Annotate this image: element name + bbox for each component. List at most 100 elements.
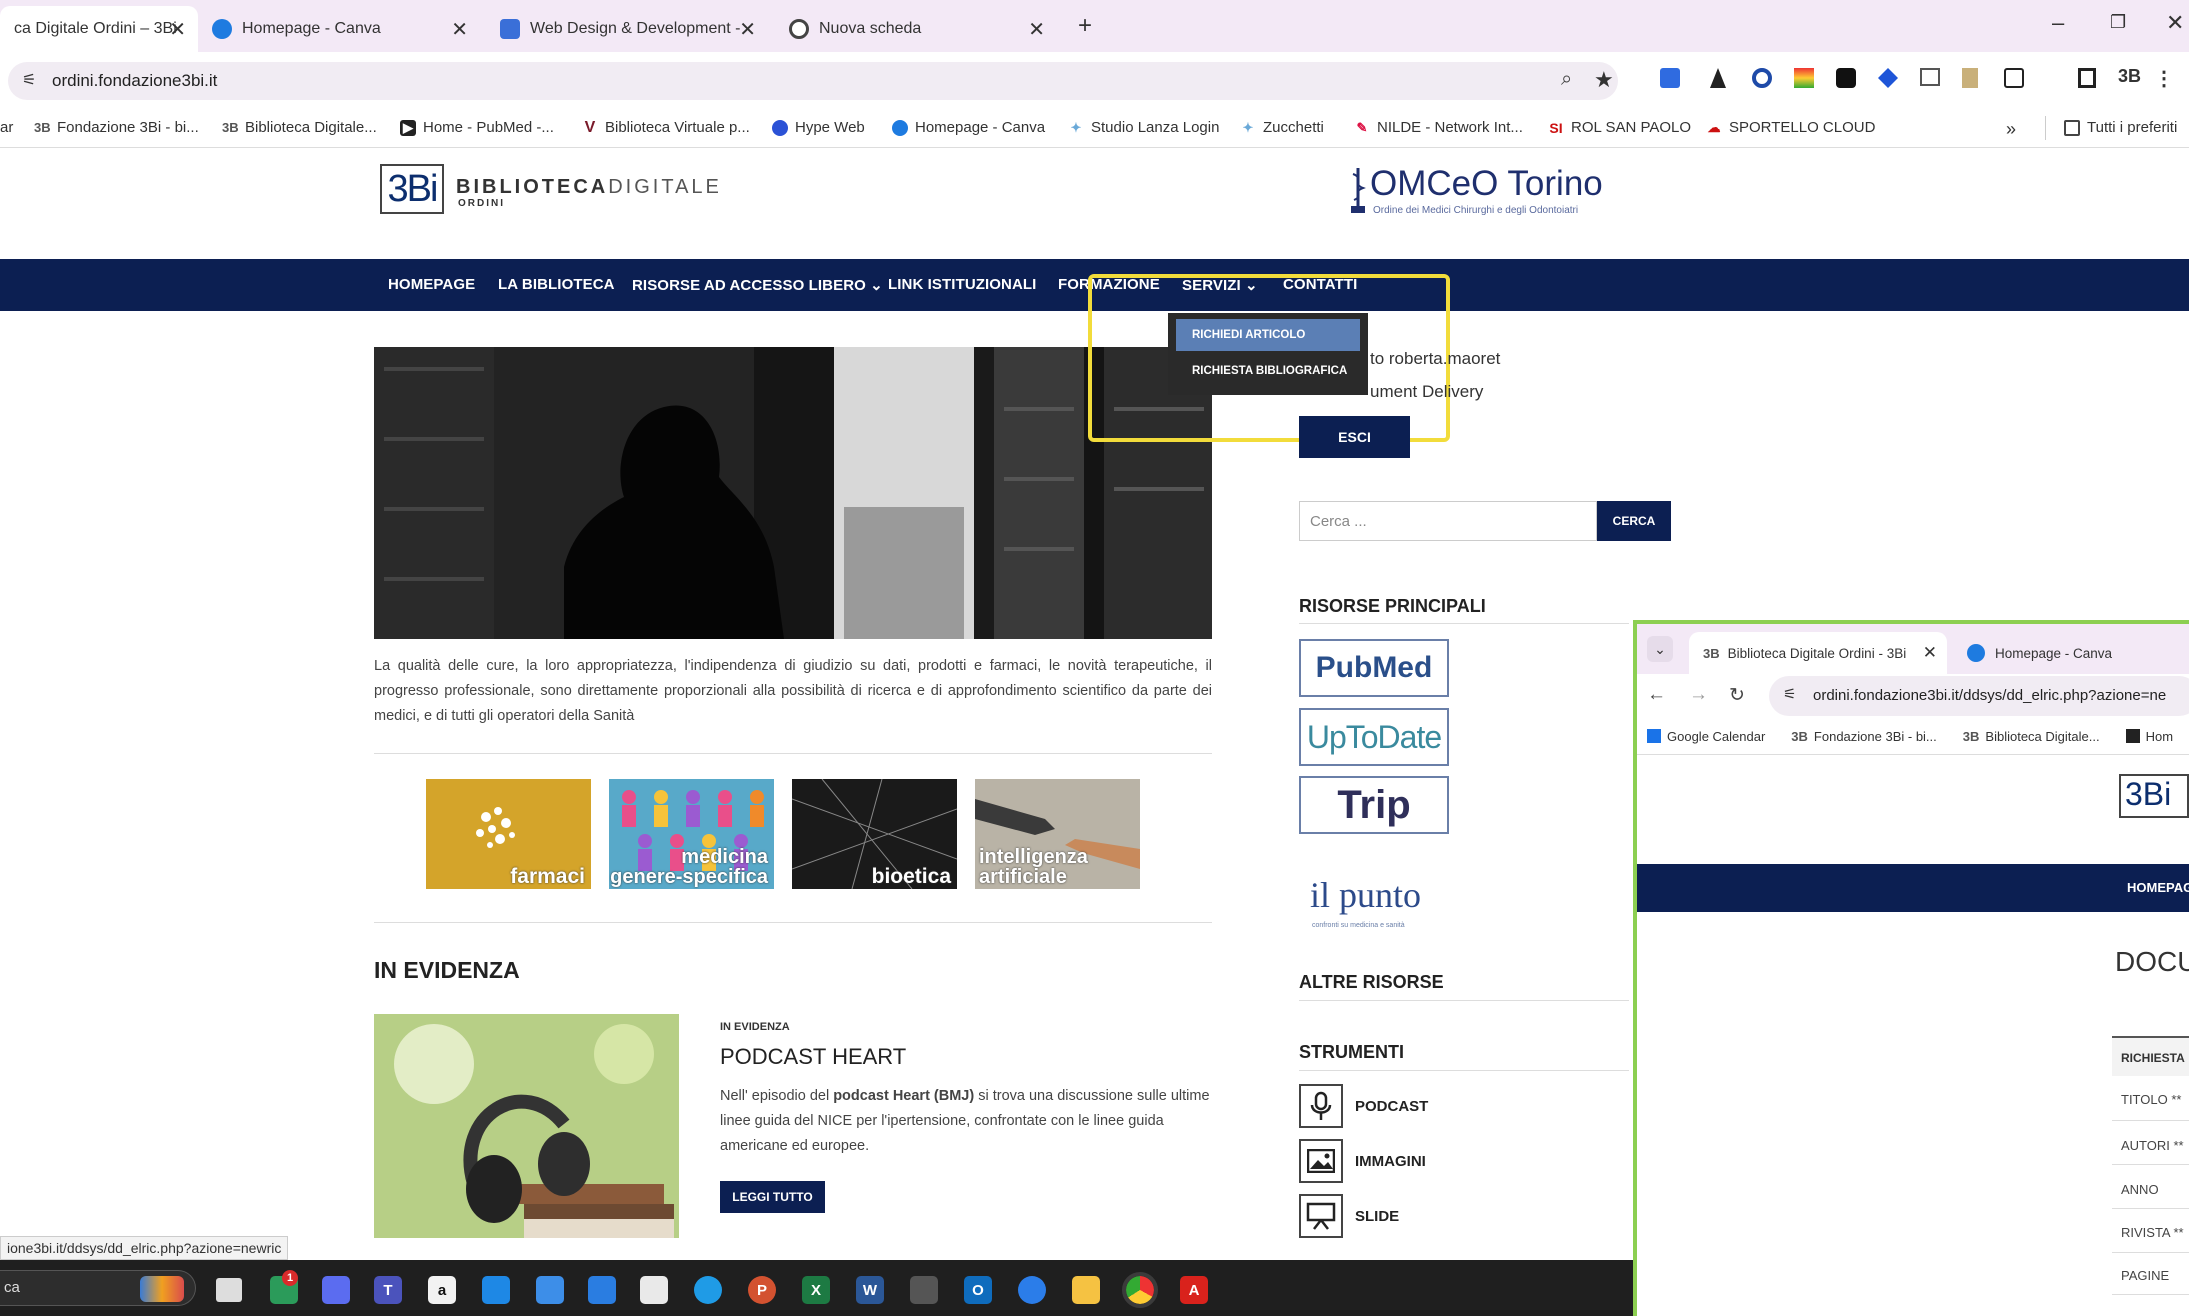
new-tab-button[interactable]: + (1078, 12, 1092, 40)
close-icon[interactable]: ✕ (739, 17, 756, 42)
forward-icon[interactable]: → (1689, 684, 1708, 706)
taskbar-search[interactable]: ca (0, 1270, 196, 1306)
second-tab-active[interactable]: 3B Biblioteca Digitale Ordini - 3Bi ✕ (1689, 632, 1947, 674)
extension-icon[interactable] (1836, 68, 1856, 88)
partner-title[interactable]: OMCeO Torino (1370, 164, 1603, 204)
bookmark-item[interactable]: SI ROL SAN PAOLO (1548, 119, 1691, 136)
puzzle-icon[interactable] (2004, 68, 2024, 88)
chat-icon[interactable] (322, 1276, 350, 1304)
sidepanel-icon[interactable] (2078, 68, 2096, 88)
acrobat-icon[interactable]: A (1180, 1276, 1208, 1304)
menu-icon[interactable]: ⋮ (2154, 66, 2174, 91)
bookmark-item[interactable]: 3B Fondazione 3Bi - bi... (34, 119, 199, 136)
snipping-icon[interactable] (640, 1276, 668, 1304)
chrome-taskbar-icon[interactable] (1122, 1272, 1158, 1308)
bookmark-item[interactable]: Hom (2125, 729, 2173, 744)
search-button[interactable]: CERCA (1597, 501, 1671, 541)
extension-icon[interactable] (1878, 68, 1898, 88)
tab-canva[interactable]: Homepage - Canva ✕ (198, 6, 480, 52)
calculator-icon[interactable] (910, 1276, 938, 1304)
extension-icon[interactable] (1752, 68, 1772, 88)
nav-link-istituzionali[interactable]: LINK ISTITUZIONALI (888, 276, 1036, 293)
site-logo-badge[interactable]: 3Bi (2119, 774, 2189, 818)
bookmark-item[interactable]: ☁ SPORTELLO CLOUD (1706, 119, 1876, 136)
second-tab-canva[interactable]: Homepage - Canva (1957, 632, 2189, 674)
task-view-icon[interactable] (216, 1278, 242, 1302)
edge-icon[interactable] (694, 1276, 722, 1304)
bookmark-item[interactable]: ✦ Studio Lanza Login (1068, 119, 1220, 136)
pubmed-link[interactable]: PubMed (1299, 639, 1449, 697)
post-image[interactable] (374, 1014, 679, 1238)
ilpunto-link[interactable]: il punto (1310, 874, 1421, 916)
extension-icon[interactable] (1962, 68, 1978, 88)
site-logo-badge[interactable]: 3Bi (380, 164, 444, 214)
logout-button[interactable]: ESCI (1299, 416, 1410, 458)
bookmark-item[interactable]: 3B Biblioteca Digitale... (222, 119, 377, 136)
tab-search-icon[interactable]: ⌄ (1647, 636, 1673, 662)
bookmark-item[interactable]: ar (0, 119, 13, 136)
tab-biblioteca[interactable]: ca Digitale Ordini – 3Bi ✕ (0, 6, 198, 52)
extension-icon[interactable] (1710, 68, 1726, 88)
close-icon[interactable]: ✕ (169, 17, 186, 42)
nav-risorse[interactable]: RISORSE AD ACCESSO LIBERO ⌄ (632, 276, 883, 294)
close-icon[interactable]: ✕ (451, 17, 468, 42)
reload-icon[interactable]: ↻ (1729, 684, 1745, 707)
excel-icon[interactable]: X (802, 1276, 830, 1304)
bookmark-item[interactable]: Homepage - Canva (892, 119, 1045, 136)
nav-homepage[interactable]: HOMEPAG (2127, 880, 2189, 895)
teams-icon[interactable]: T (374, 1276, 402, 1304)
minimize-button[interactable]: – (2052, 10, 2064, 36)
powerpoint-icon[interactable]: P (748, 1276, 776, 1304)
amazon-icon[interactable]: a (428, 1276, 456, 1304)
tab-webdesign[interactable]: Web Design & Development - ✕ (486, 6, 768, 52)
bookmark-item[interactable]: V Biblioteca Virtuale p... (582, 119, 750, 136)
translate-icon[interactable] (1660, 68, 1680, 88)
category-farmaci[interactable]: farmaci (426, 779, 591, 889)
bookmark-item[interactable]: ✎ NILDE - Network Int... (1354, 119, 1523, 136)
notepad-icon[interactable] (536, 1276, 564, 1304)
category-medicina-genere[interactable]: medicina genere-specifica (609, 779, 774, 889)
trip-link[interactable]: Trip (1299, 776, 1449, 834)
site-logo-text[interactable]: BIBLIOTECADIGITALE (456, 176, 722, 199)
zoom-icon[interactable]: ⌕ (1561, 68, 1572, 91)
nav-biblioteca[interactable]: LA BIBLIOTECA (498, 276, 615, 293)
site-info-icon[interactable]: ⚟ (22, 70, 36, 90)
read-more-button[interactable]: LEGGI TUTTO (720, 1181, 825, 1213)
close-icon[interactable]: ✕ (1923, 643, 1937, 663)
category-bioetica[interactable]: bioetica (792, 779, 957, 889)
word-icon[interactable]: W (856, 1276, 884, 1304)
search-input[interactable]: Cerca ... (1299, 501, 1597, 541)
bookmark-item[interactable]: 3B Biblioteca Digitale... (1963, 729, 2100, 744)
profile-icon[interactable]: 3B (2118, 66, 2141, 87)
monitor-icon[interactable] (588, 1276, 616, 1304)
bookmark-item[interactable]: Google Calendar (1647, 729, 1765, 744)
close-icon[interactable]: ✕ (1028, 17, 1045, 42)
uptodate-link[interactable]: UpToDate (1299, 708, 1449, 766)
tool-immagini[interactable]: IMMAGINI (1299, 1139, 1426, 1183)
tool-slide[interactable]: SLIDE (1299, 1194, 1399, 1238)
post-title[interactable]: PODCAST HEART (720, 1044, 906, 1070)
tab-new[interactable]: Nuova scheda ✕ (775, 6, 1057, 52)
bookmark-item[interactable]: Hype Web (772, 119, 865, 136)
extension-icon[interactable] (1920, 68, 1940, 86)
category-intelligenza-artificiale[interactable]: intelligenza artificiale (975, 779, 1140, 889)
outlook-icon[interactable]: O (964, 1276, 992, 1304)
bookmark-star-icon[interactable]: ★ (1594, 67, 1614, 93)
file-explorer-icon[interactable] (1072, 1276, 1100, 1304)
bookmark-item[interactable]: ✦ Zucchetti (1240, 119, 1324, 136)
bookmarks-overflow-button[interactable]: » (2006, 119, 2016, 140)
back-icon[interactable]: ← (1647, 684, 1666, 706)
extension-icon[interactable] (1794, 68, 1814, 88)
window-close-button[interactable]: ✕ (2166, 10, 2184, 36)
nav-homepage[interactable]: HOMEPAGE (388, 276, 475, 293)
bookmark-item[interactable]: ▶ Home - PubMed -... (400, 119, 554, 136)
address-bar[interactable]: ⚟ ordini.fondazione3bi.it ⌕ ★ (8, 62, 1618, 100)
tool-podcast[interactable]: PODCAST (1299, 1084, 1428, 1128)
post-tag[interactable]: IN EVIDENZA (720, 1021, 790, 1033)
all-bookmarks-folder[interactable]: Tutti i preferiti (2064, 119, 2177, 136)
second-address-bar[interactable]: ⚟ ordini.fondazione3bi.it/ddsys/dd_elric… (1769, 676, 2189, 716)
calendar-icon[interactable] (482, 1276, 510, 1304)
globe-icon[interactable] (1018, 1276, 1046, 1304)
restore-button[interactable]: ❐ (2110, 12, 2126, 33)
bookmark-item[interactable]: 3B Fondazione 3Bi - bi... (1791, 729, 1936, 744)
